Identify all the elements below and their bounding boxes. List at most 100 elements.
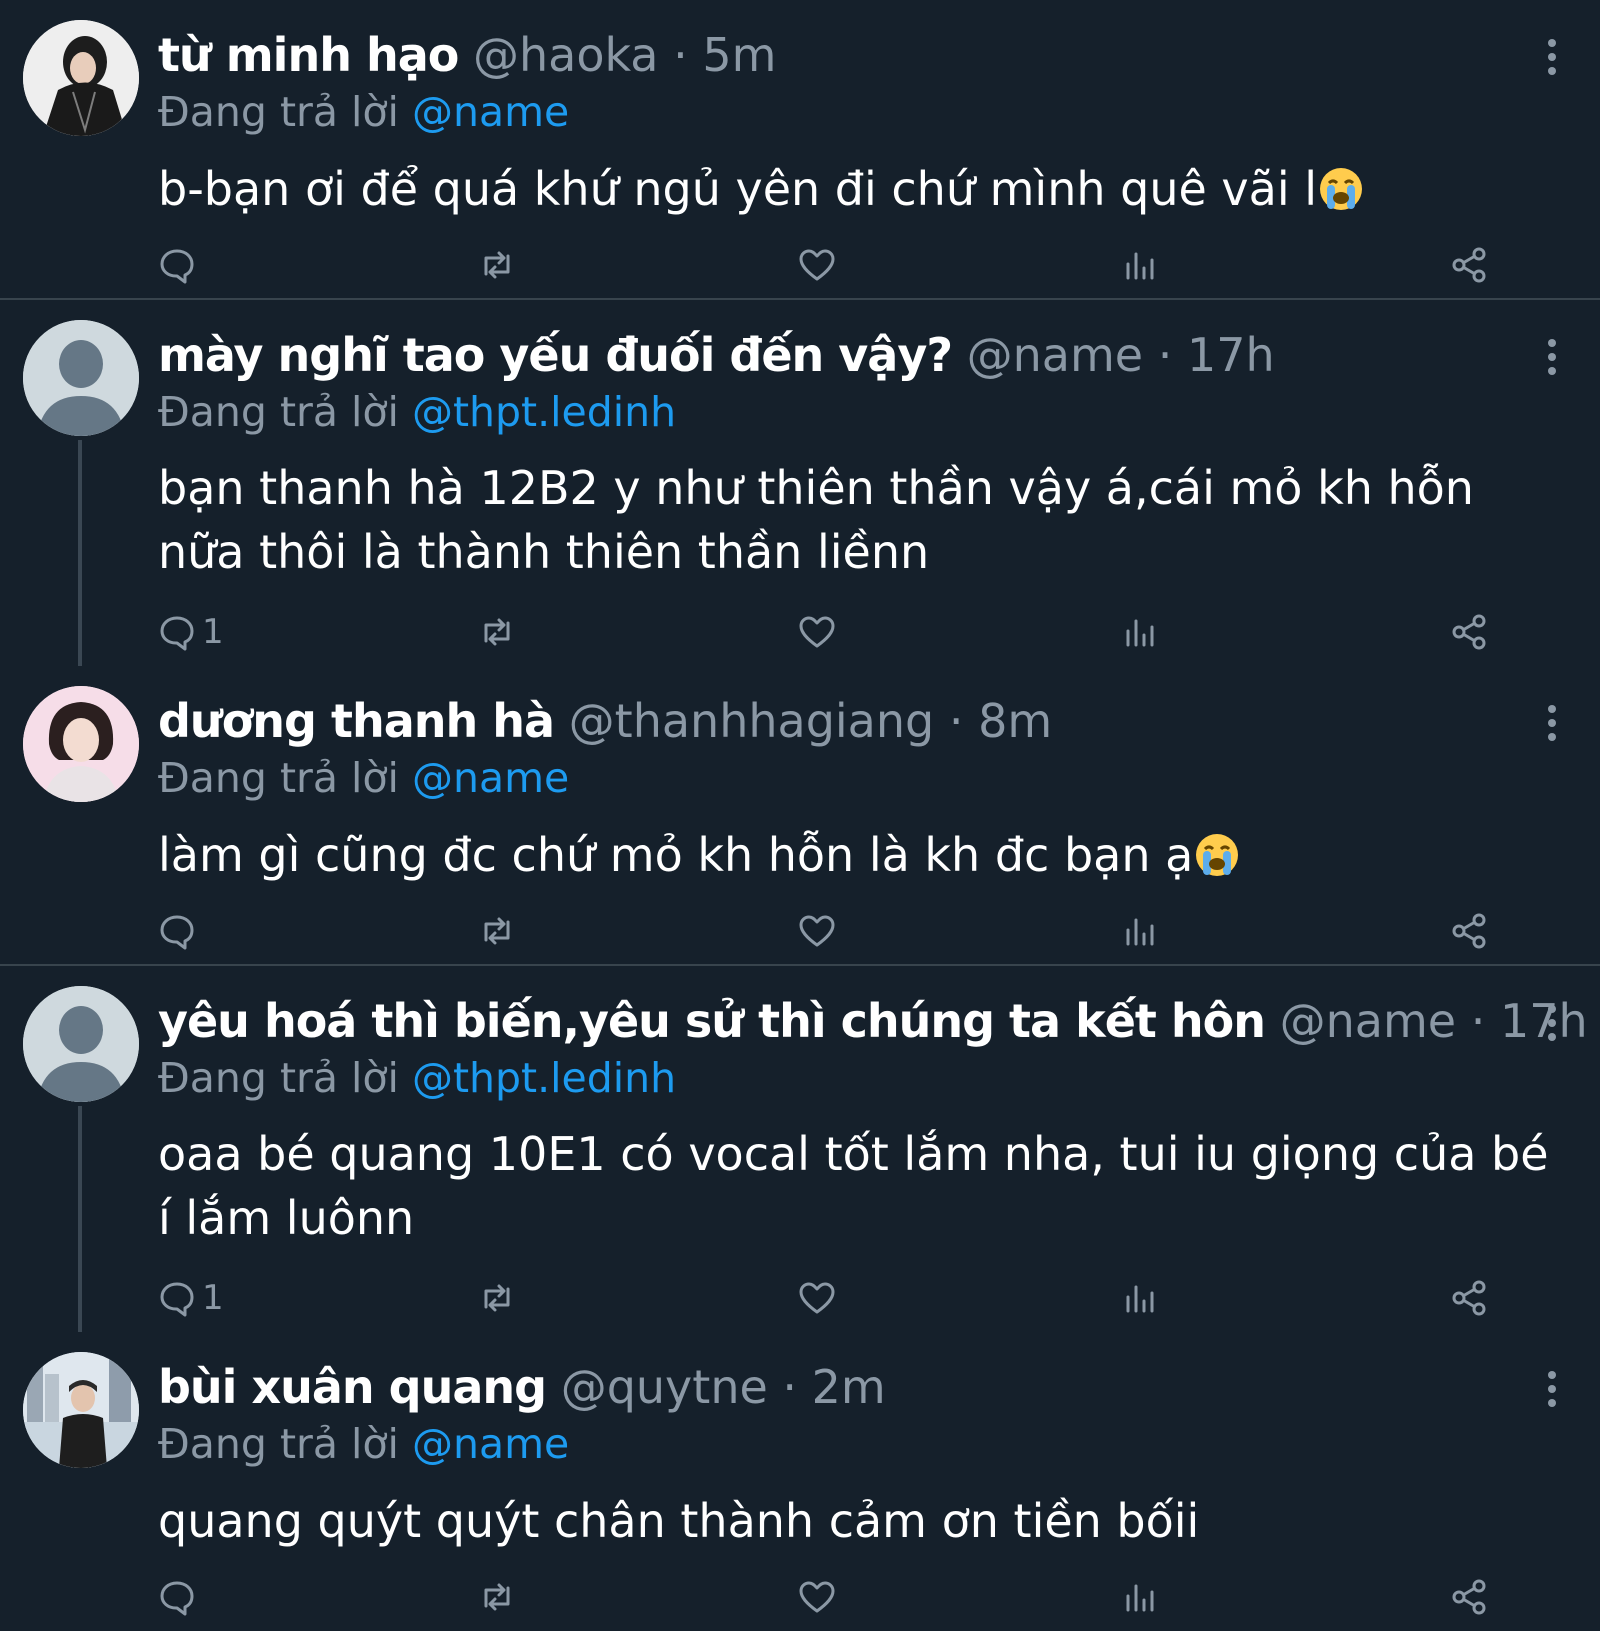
heart-icon	[799, 1282, 835, 1314]
thread-line	[78, 1106, 82, 1332]
share-icon	[1452, 913, 1486, 949]
views-icon	[1126, 918, 1154, 946]
tweet-actions	[158, 1577, 1558, 1617]
heart-icon	[799, 249, 835, 281]
retweet-button[interactable]	[478, 245, 516, 285]
heart-icon	[799, 616, 835, 648]
retweet-icon	[484, 618, 510, 646]
views-icon	[1126, 1584, 1154, 1612]
separator: ·	[1470, 994, 1486, 1048]
reply-icon	[160, 1282, 194, 1317]
reply-button[interactable]: 1	[158, 612, 224, 652]
loudly-crying-face-icon	[1196, 834, 1239, 876]
mention-link[interactable]: @name	[412, 754, 569, 802]
user-handle[interactable]: @thanhhagiang	[569, 694, 935, 748]
retweet-button[interactable]	[478, 612, 516, 652]
reply-button[interactable]	[158, 911, 202, 951]
timestamp[interactable]: 2m	[812, 1360, 886, 1414]
views-icon	[1126, 252, 1154, 280]
reply-button[interactable]	[158, 1577, 202, 1617]
like-button[interactable]	[798, 911, 836, 951]
mention-link[interactable]: @name	[412, 1420, 569, 1468]
views-icon	[1126, 619, 1154, 647]
heart-icon	[799, 915, 835, 947]
reply-button[interactable]: 1	[158, 1278, 224, 1318]
tweet-text: oaa bé quang 10E1 có vocal tốt lắm nha, …	[158, 1127, 1549, 1245]
retweet-icon	[484, 1583, 510, 1611]
tweet-header: yêu hoá thì biến,yêu sử thì chúng ta kết…	[158, 993, 1588, 1049]
display-name[interactable]: dương thanh hà	[158, 694, 555, 748]
display-name[interactable]: yêu hoá thì biến,yêu sử thì chúng ta kết…	[158, 994, 1266, 1048]
avatar[interactable]	[23, 986, 139, 1102]
avatar[interactable]	[23, 20, 139, 136]
tweet[interactable]: dương thanh hà @thanhhagiang · 8m Đang t…	[0, 666, 1600, 966]
mention-link[interactable]: @name	[412, 88, 569, 136]
like-button[interactable]	[798, 612, 836, 652]
views-icon	[1126, 1285, 1154, 1313]
replying-label: Đang trả lời	[158, 1420, 399, 1468]
user-handle[interactable]: @quytne	[561, 1360, 768, 1414]
reply-icon	[160, 616, 194, 651]
user-handle[interactable]: @name	[1280, 994, 1456, 1048]
tweet-actions	[158, 245, 1558, 285]
reply-icon	[160, 915, 194, 950]
tweet-actions	[158, 911, 1558, 951]
more-vertical-icon[interactable]	[1544, 1003, 1560, 1043]
timestamp[interactable]: 8m	[978, 694, 1052, 748]
more-vertical-icon[interactable]	[1544, 37, 1560, 77]
timestamp[interactable]: 17h	[1187, 328, 1275, 382]
reply-icon	[160, 1581, 194, 1616]
tweet[interactable]: từ minh hạo @haoka · 5m Đang trả lời @na…	[0, 0, 1600, 300]
tweet[interactable]: yêu hoá thì biến,yêu sử thì chúng ta kết…	[0, 966, 1600, 1332]
retweet-icon	[484, 1284, 510, 1312]
replying-to: Đang trả lời @thpt.ledinh	[158, 1052, 676, 1104]
tweet[interactable]: mày nghĩ tao yếu đuối đến vậy? @name · 1…	[0, 300, 1600, 666]
retweet-button[interactable]	[478, 1278, 516, 1318]
tweet-text: làm gì cũng đc chứ mỏ kh hỗn là kh đc bạ…	[158, 823, 1568, 887]
display-name[interactable]: mày nghĩ tao yếu đuối đến vậy?	[158, 328, 953, 382]
user-handle[interactable]: @name	[967, 328, 1143, 382]
avatar[interactable]	[23, 320, 139, 436]
views-button[interactable]	[1120, 1577, 1158, 1617]
replying-to: Đang trả lời @name	[158, 752, 569, 804]
like-button[interactable]	[798, 1577, 836, 1617]
retweet-button[interactable]	[478, 911, 516, 951]
share-button[interactable]	[1450, 1278, 1488, 1318]
mention-link[interactable]: @thpt.ledinh	[412, 388, 676, 436]
thread-line	[78, 440, 82, 666]
share-button[interactable]	[1450, 911, 1488, 951]
replying-label: Đang trả lời	[158, 88, 399, 136]
views-button[interactable]	[1120, 612, 1158, 652]
retweet-button[interactable]	[478, 1577, 516, 1617]
replying-to: Đang trả lời @thpt.ledinh	[158, 386, 676, 438]
user-handle[interactable]: @haoka	[473, 28, 659, 82]
tweet[interactable]: bùi xuân quang @quytne · 2m Đang trả lời…	[0, 1332, 1600, 1631]
like-button[interactable]	[798, 1278, 836, 1318]
display-name[interactable]: bùi xuân quang	[158, 1360, 547, 1414]
share-icon	[1452, 1280, 1486, 1316]
tweet-body: làm gì cũng đc chứ mỏ kh hỗn là kh đc bạ…	[158, 828, 1194, 882]
reply-button[interactable]	[158, 245, 202, 285]
more-vertical-icon[interactable]	[1544, 337, 1560, 377]
tweet-header: bùi xuân quang @quytne · 2m	[158, 1359, 886, 1415]
more-vertical-icon[interactable]	[1544, 703, 1560, 743]
share-icon	[1452, 247, 1486, 283]
mention-link[interactable]: @thpt.ledinh	[412, 1054, 676, 1102]
like-button[interactable]	[798, 245, 836, 285]
share-button[interactable]	[1450, 1577, 1488, 1617]
views-button[interactable]	[1120, 1278, 1158, 1318]
tweet-text: b-bạn ơi để quá khứ ngủ yên đi chứ mình …	[158, 157, 1568, 221]
timestamp[interactable]: 5m	[702, 28, 776, 82]
views-button[interactable]	[1120, 245, 1158, 285]
more-vertical-icon[interactable]	[1544, 1369, 1560, 1409]
display-name[interactable]: từ minh hạo	[158, 28, 459, 82]
avatar[interactable]	[23, 1352, 139, 1468]
avatar[interactable]	[23, 686, 139, 802]
tweet-header: mày nghĩ tao yếu đuối đến vậy? @name · 1…	[158, 327, 1275, 383]
views-button[interactable]	[1120, 911, 1158, 951]
replying-label: Đang trả lời	[158, 754, 399, 802]
replying-to: Đang trả lời @name	[158, 1418, 569, 1470]
share-button[interactable]	[1450, 245, 1488, 285]
share-button[interactable]	[1450, 612, 1488, 652]
heart-icon	[799, 1581, 835, 1613]
